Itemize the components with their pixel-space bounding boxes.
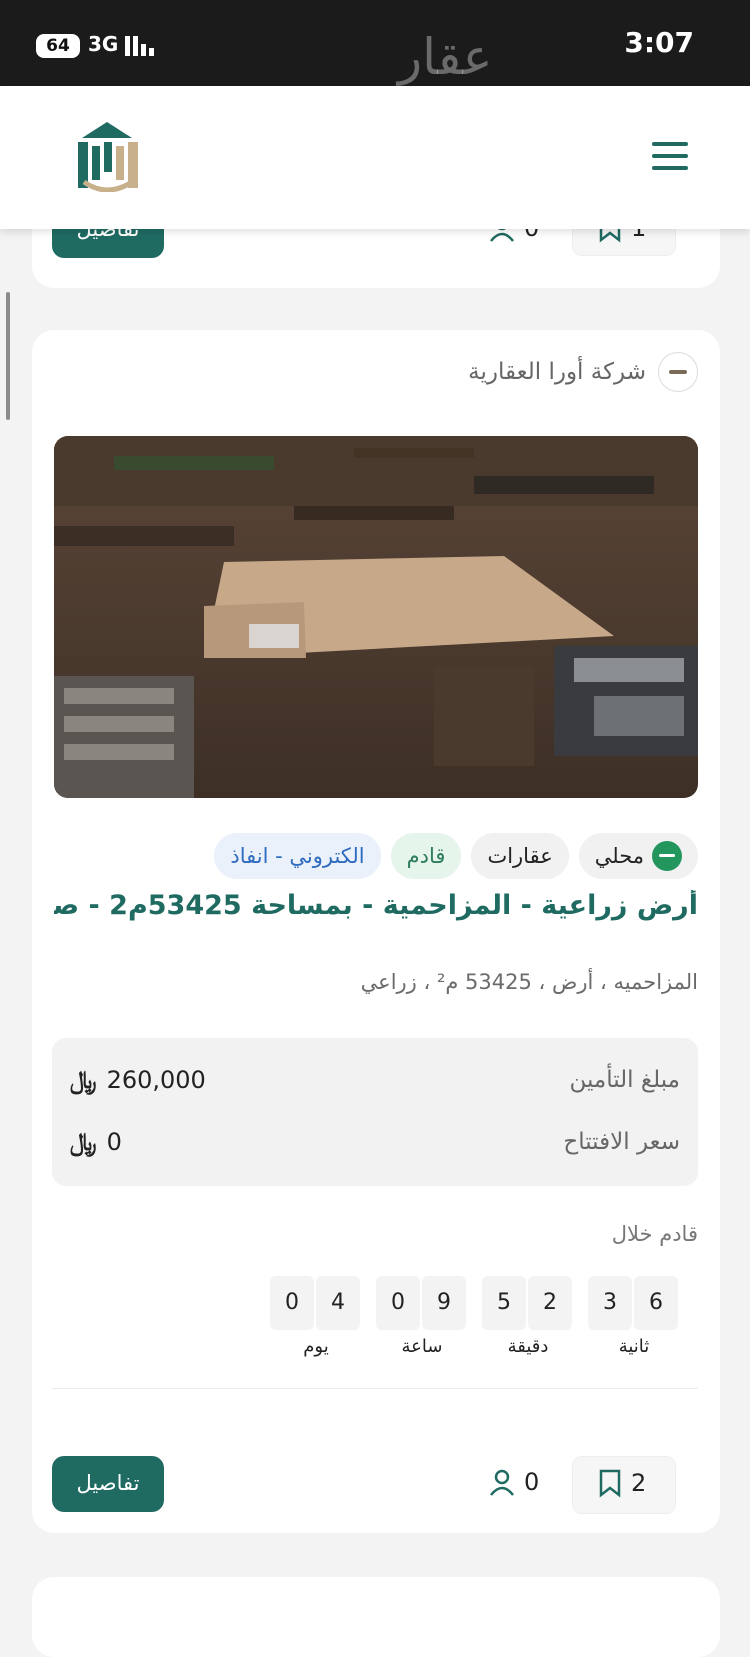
countdown-unit-seconds: ثانية	[618, 1336, 650, 1357]
tag-type: الكتروني - انفاذ	[214, 833, 381, 879]
company-logo	[658, 352, 698, 392]
deposit-row: مبلغ التأمين ﷼ 260,000	[70, 1060, 680, 1100]
opening-label: سعر الافتتاح	[563, 1129, 680, 1155]
countdown-digit: 3	[588, 1276, 632, 1330]
countdown-unit-minutes: دقيقة	[507, 1336, 549, 1357]
countdown-digit: 9	[422, 1276, 466, 1330]
listing-card-next[interactable]	[32, 1577, 720, 1657]
user-icon	[490, 1469, 514, 1496]
saudi-flag-icon	[652, 841, 682, 871]
countdown-digit: 5	[482, 1276, 526, 1330]
clock: 3:07	[624, 26, 694, 59]
countdown-digit: 0	[376, 1276, 420, 1330]
riyal-icon: ﷼	[70, 1128, 97, 1156]
divider	[52, 1388, 698, 1389]
participants-count: 0	[488, 1468, 539, 1496]
opening-price-row: سعر الافتتاح ﷼ 0	[70, 1122, 680, 1162]
listing-card[interactable]: شركة أورا العقارية محلي عقارات قادم الكت…	[32, 330, 720, 1533]
deposit-label: مبلغ التأمين	[569, 1067, 680, 1093]
listing-location: المزاحميه ، أرض ، 53425 م² ، زراعي	[360, 970, 698, 994]
bookmark-button[interactable]: 2	[572, 1456, 676, 1514]
land-photo[interactable]	[54, 436, 698, 798]
price-box: مبلغ التأمين ﷼ 260,000 سعر الافتتاح ﷼ 0	[52, 1038, 698, 1186]
tag-local-label: محلي	[594, 844, 644, 868]
countdown-timer: 0 4 يوم 0 9 ساعة 5 2 دقيقة 3 6 ثانية	[270, 1276, 680, 1360]
countdown-digit: 6	[634, 1276, 678, 1330]
app-header	[0, 86, 750, 229]
countdown-label: قادم خلال	[611, 1222, 698, 1246]
network-type: 3G	[88, 32, 119, 56]
tag-local: محلي	[578, 833, 698, 879]
tag-list: محلي عقارات قادم الكتروني - انفاذ	[214, 833, 698, 879]
listing-title[interactable]: أرض زراعية - المزاحمية - بمساحة 53425م2 …	[54, 890, 698, 921]
saved-count: 2	[631, 1469, 647, 1497]
riyal-icon: ﷼	[70, 1066, 97, 1094]
countdown-digit: 2	[528, 1276, 572, 1330]
signal-icon	[125, 36, 161, 56]
countdown-unit-hours: ساعة	[401, 1336, 443, 1357]
hamburger-menu-icon[interactable]	[652, 142, 688, 172]
opening-value: 0	[106, 1128, 122, 1156]
battery-indicator: 64	[36, 34, 80, 58]
company-info[interactable]: شركة أورا العقارية	[468, 352, 698, 392]
deposit-value: 260,000	[106, 1066, 206, 1094]
deposit-amount: ﷼ 260,000	[70, 1066, 206, 1094]
bookmark-icon	[599, 1469, 621, 1498]
countdown-digit: 0	[270, 1276, 314, 1330]
tag-category: عقارات	[471, 833, 569, 879]
countdown-digit: 4	[316, 1276, 360, 1330]
participants-value: 0	[524, 1468, 540, 1496]
watermark: عقار	[398, 28, 493, 86]
company-name: شركة أورا العقارية	[468, 359, 646, 385]
details-button[interactable]: تفاصيل	[52, 1456, 164, 1512]
countdown-unit-days: يوم	[303, 1336, 329, 1357]
scrollbar[interactable]	[6, 292, 10, 420]
status-bar: 64 3G عقار 3:07	[0, 0, 750, 86]
building-logo[interactable]	[72, 120, 142, 193]
tag-status: قادم	[390, 833, 462, 879]
opening-amount: ﷼ 0	[70, 1128, 122, 1156]
